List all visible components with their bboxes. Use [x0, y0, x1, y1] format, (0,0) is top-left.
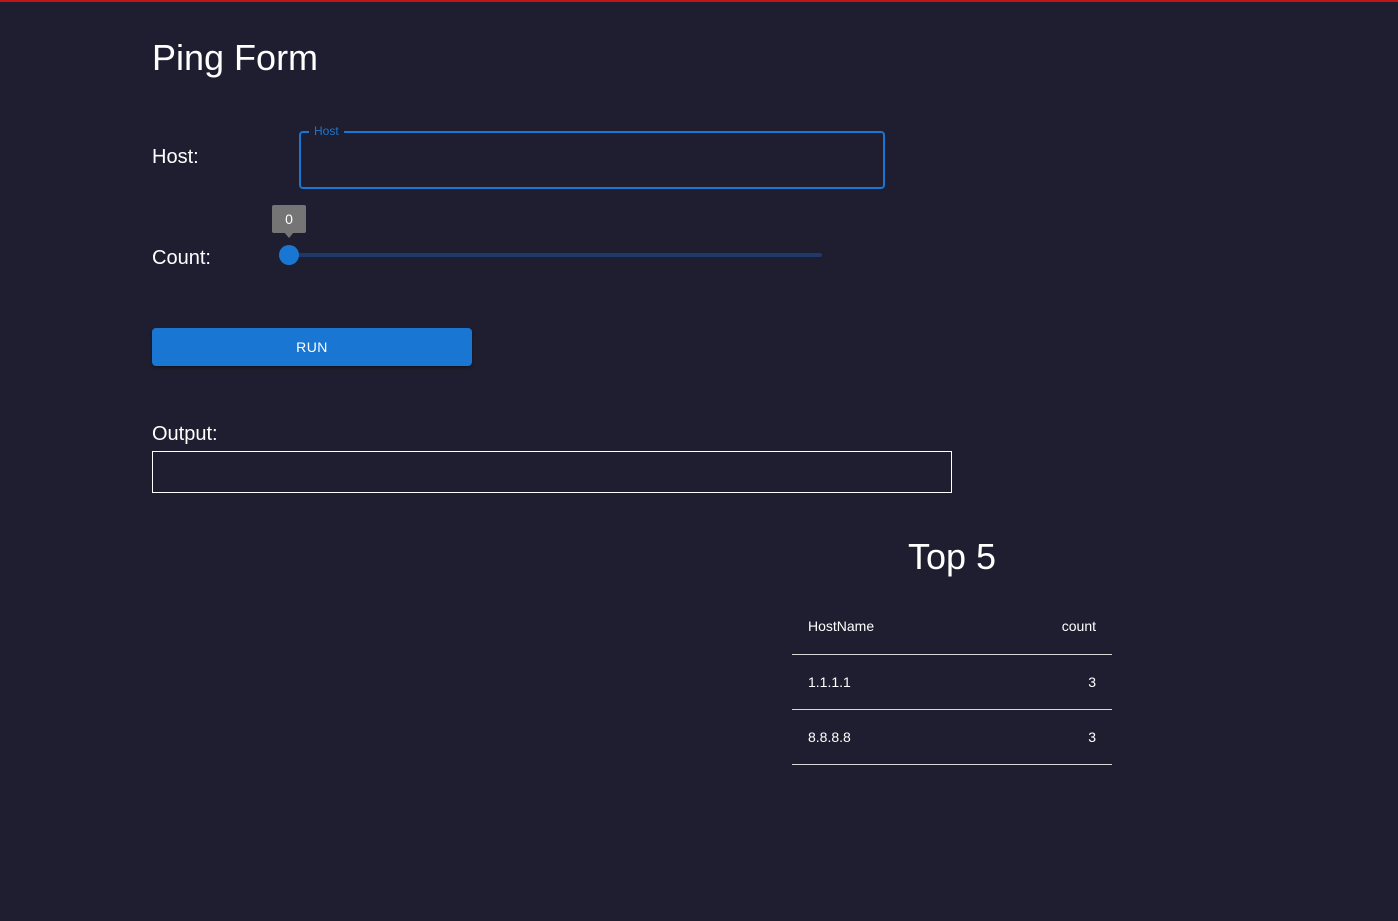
count-slider-tooltip: 0	[272, 205, 306, 238]
count-label: Count:	[152, 247, 211, 269]
count-slider-track[interactable]	[289, 253, 822, 257]
host-field[interactable]: Host	[299, 124, 885, 189]
table-header-row: HostName count	[792, 598, 1112, 655]
row-hostname: 1.1.1.1	[792, 654, 984, 710]
host-label: Host:	[152, 146, 199, 168]
output-label: Output:	[152, 423, 218, 445]
row-count: 3	[983, 654, 1112, 710]
run-button[interactable]: RUN	[152, 328, 472, 366]
host-input[interactable]	[301, 133, 883, 187]
top-accent-line	[0, 0, 1398, 2]
row-count: 3	[983, 709, 1112, 765]
top-five-title: Top 5	[907, 536, 997, 577]
table-row: 8.8.8.8 3	[792, 709, 1112, 765]
column-header-hostname: HostName	[792, 598, 984, 655]
page-title: Ping Form	[152, 37, 319, 78]
top-five-table: HostName count 1.1.1.1 3 8.8.8.8 3	[792, 598, 1112, 765]
column-header-count: count	[983, 598, 1112, 655]
count-slider-thumb[interactable]	[279, 245, 299, 265]
row-hostname: 8.8.8.8	[792, 709, 984, 765]
table-row: 1.1.1.1 3	[792, 654, 1112, 710]
output-box	[152, 451, 952, 493]
